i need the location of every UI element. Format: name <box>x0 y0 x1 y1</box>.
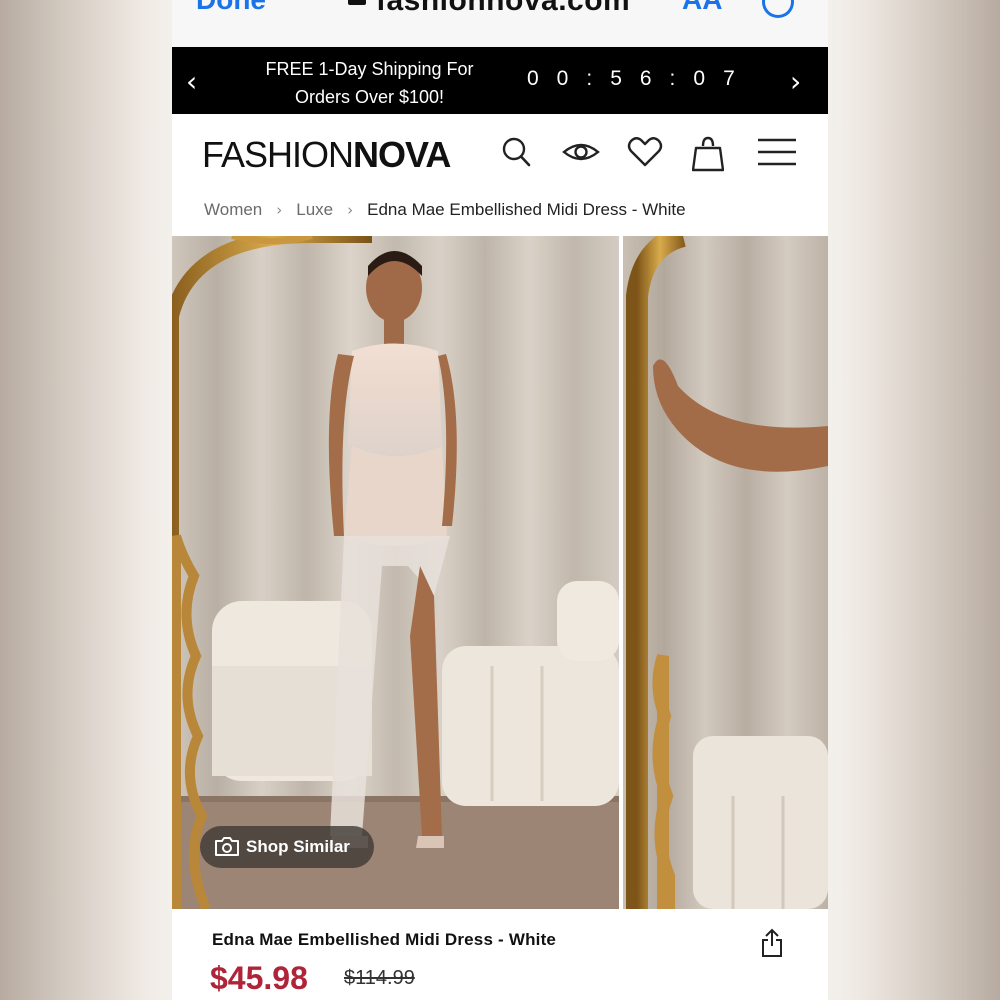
eye-icon[interactable] <box>562 136 600 173</box>
chevron-right-icon: › <box>276 201 283 219</box>
shopping-bag-icon[interactable] <box>691 136 725 177</box>
chevron-right-icon: › <box>347 201 354 219</box>
url-field[interactable]: fashionnova.com <box>348 0 630 18</box>
reader-settings-button[interactable]: AA <box>682 0 722 16</box>
done-button[interactable]: Done <box>196 0 266 16</box>
product-title: Edna Mae Embellished Midi Dress - White <box>212 930 557 949</box>
logo-text-light: FASHION <box>202 134 354 175</box>
breadcrumb-women[interactable]: Women <box>204 200 262 220</box>
browser-viewport: Done fashionnova.com AA ‹ FREE 1-Day Shi… <box>172 0 828 1000</box>
promo-text: FREE 1-Day Shipping For Orders Over $100… <box>242 55 497 111</box>
site-header: FASHIONNOVA <box>172 114 828 194</box>
shop-similar-label: Shop Similar <box>246 837 350 856</box>
breadcrumb: Women › Luxe › Edna Mae Embellished Midi Dre… <box>204 200 686 220</box>
breadcrumb-luxe[interactable]: Luxe <box>296 200 333 220</box>
promo-next-button[interactable]: › <box>790 65 801 98</box>
breadcrumb-current: Edna Mae Embellished Midi Dress - White <box>367 200 686 219</box>
original-price: $114.99 <box>344 967 415 989</box>
search-icon[interactable] <box>502 136 532 173</box>
product-image-secondary[interactable] <box>623 236 828 909</box>
hamburger-menu-icon[interactable] <box>757 136 797 173</box>
camera-icon <box>214 835 240 862</box>
promo-banner: ‹ FREE 1-Day Shipping For Orders Over $1… <box>172 47 828 114</box>
promo-line-1: FREE 1-Day Shipping For <box>265 59 474 79</box>
product-image-main[interactable]: Shop Similar <box>172 236 619 909</box>
countdown-timer: 00:56:07 <box>527 67 753 90</box>
heart-icon[interactable] <box>627 136 663 173</box>
reload-icon[interactable] <box>762 0 794 18</box>
lock-icon <box>348 0 366 6</box>
promo-line-2: Orders Over $100! <box>294 87 445 107</box>
promo-prev-button[interactable]: ‹ <box>186 65 197 98</box>
shop-similar-button[interactable]: Shop Similar <box>200 826 374 868</box>
sale-price: $45.98 <box>210 960 308 996</box>
site-logo[interactable]: FASHIONNOVA <box>202 134 451 176</box>
safari-toolbar: Done fashionnova.com AA <box>172 0 828 47</box>
share-icon[interactable] <box>760 928 784 963</box>
logo-text-bold: NOVA <box>353 134 451 175</box>
url-text: fashionnova.com <box>376 0 631 17</box>
